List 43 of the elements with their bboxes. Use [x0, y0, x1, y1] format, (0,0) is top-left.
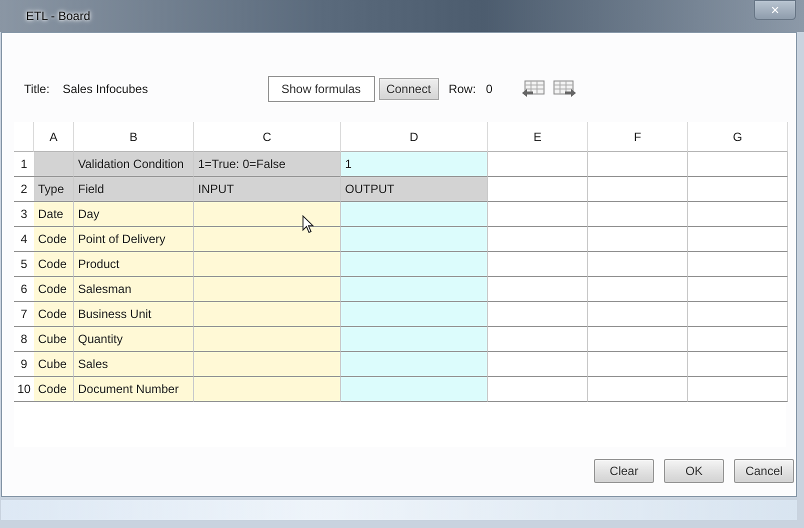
window-title: ETL - Board: [26, 9, 90, 23]
table-cell: Sales: [74, 352, 194, 377]
table-cell: 1: [341, 152, 488, 177]
table-cell: Cube: [34, 352, 74, 377]
table-cell: INPUT: [194, 177, 341, 202]
row-label: Row:: [448, 82, 476, 96]
column-header: E: [488, 122, 588, 152]
dialog-button[interactable]: Clear: [594, 459, 654, 483]
table-cell: Code: [34, 252, 74, 277]
show-formulas-button[interactable]: Show formulas: [268, 76, 375, 102]
table-cell: Code: [34, 277, 74, 302]
table-cell: Type: [34, 177, 74, 202]
table-cell: Day: [74, 202, 194, 227]
previous-row-icon[interactable]: [520, 79, 545, 99]
table-cell: Document Number: [74, 377, 194, 402]
next-row-icon[interactable]: [552, 79, 577, 99]
table-cell: Cube: [34, 327, 74, 352]
table-cell: Quantity: [74, 327, 194, 352]
column-header: G: [688, 122, 788, 152]
column-header: F: [588, 122, 688, 152]
table-cell: Code: [34, 377, 74, 402]
connect-button[interactable]: Connect: [378, 78, 439, 100]
dialog-button[interactable]: OK: [664, 459, 724, 483]
column-header: D: [341, 122, 488, 152]
column-header: A: [34, 122, 74, 152]
title-value: Sales Infocubes: [62, 82, 149, 96]
table-cell: Date: [34, 202, 74, 227]
cursor-icon: [302, 215, 314, 234]
table-cell: OUTPUT: [341, 177, 488, 202]
table-cell: Business Unit: [74, 302, 194, 327]
title-label: Title:: [24, 82, 50, 96]
table-cell: Product: [74, 252, 194, 277]
row-value: 0: [486, 82, 493, 96]
table-cell: 1=True: 0=False: [194, 152, 341, 177]
table-cell: Point of Delivery: [74, 227, 194, 252]
table-cell: Field: [74, 177, 194, 202]
dialog-button[interactable]: Cancel: [734, 459, 794, 483]
table-cell: Code: [34, 227, 74, 252]
table-cell: Code: [34, 302, 74, 327]
column-header: B: [74, 122, 194, 152]
table-cell: Salesman: [74, 277, 194, 302]
column-header: C: [194, 122, 341, 152]
table-cell: Validation Condition: [74, 152, 194, 177]
